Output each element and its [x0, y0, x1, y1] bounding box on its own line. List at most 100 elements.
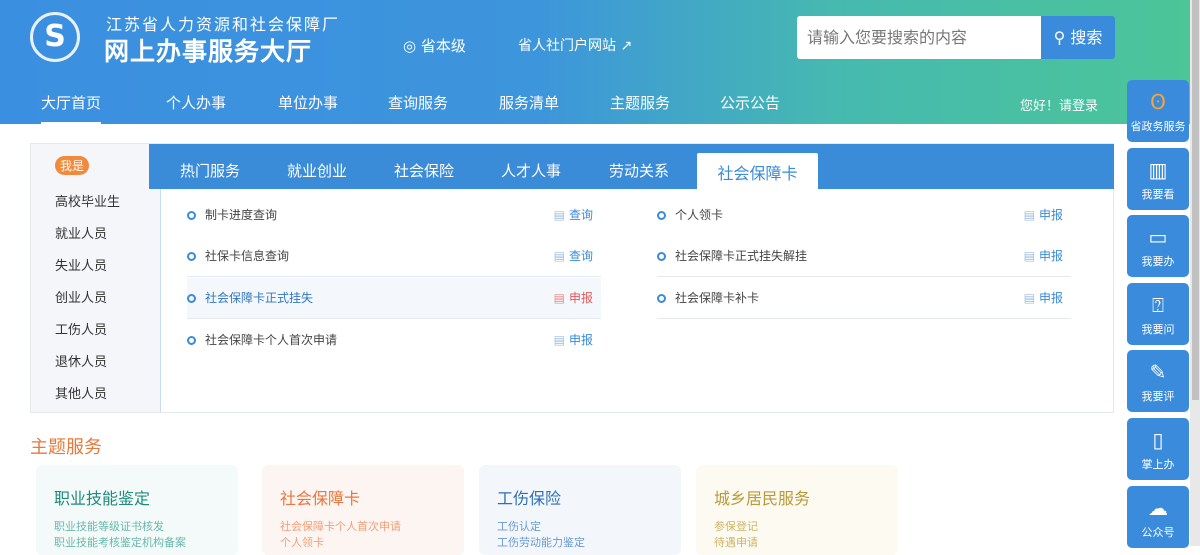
card-link[interactable]: 个人领卡: [280, 535, 464, 551]
site-title[interactable]: 网上办事服务大厅: [104, 32, 312, 68]
service-item[interactable]: 社会保障卡正式挂失解挂 ▤ 申报: [657, 236, 1071, 277]
float-view[interactable]: ▥ 我要看: [1127, 148, 1189, 210]
sidebar-item[interactable]: 其他人员: [55, 383, 107, 402]
float-do[interactable]: ▭ 我要办: [1127, 215, 1189, 277]
tab-insurance[interactable]: 社会保险: [394, 160, 454, 181]
sidebar-item[interactable]: 高校毕业生: [55, 191, 120, 210]
nav-service-list[interactable]: 服务清单: [499, 92, 559, 113]
action-label: 申报: [1038, 208, 1063, 222]
bullet-icon: [657, 211, 666, 220]
service-panel: 我是 高校毕业生 就业人员 失业人员 创业人员 工伤人员 退休人员 其他人员 热…: [30, 143, 1114, 413]
service-action[interactable]: ▤ 查询: [554, 236, 593, 277]
float-rate[interactable]: ✎ 我要评: [1127, 350, 1189, 412]
sidebar-item[interactable]: 失业人员: [55, 255, 107, 274]
tab-talent[interactable]: 人才人事: [501, 160, 561, 181]
sidebar-item[interactable]: 创业人员: [55, 287, 107, 306]
location-selector[interactable]: ◎ 省本级: [403, 35, 466, 56]
service-name[interactable]: 社会保障卡个人首次申请: [205, 333, 337, 347]
scrollbar-thumb[interactable]: [1192, 0, 1199, 400]
theme-card-skill[interactable]: 职业技能鉴定职业技能等级证书核发 职业技能考核鉴定机构备案: [36, 465, 238, 555]
float-ask[interactable]: ⍰ 我要问: [1127, 283, 1189, 345]
tab-employment[interactable]: 就业创业: [287, 160, 347, 181]
service-item[interactable]: 制卡进度查询 ▤ 查询: [187, 195, 601, 236]
service-item[interactable]: 社保卡信息查询 ▤ 查询: [187, 236, 601, 277]
phone-icon: ▯: [1152, 428, 1164, 452]
card-links: 职业技能等级证书核发 职业技能考核鉴定机构备案: [54, 519, 238, 551]
search-button[interactable]: ⚲ 搜索: [1041, 16, 1115, 59]
service-item[interactable]: 社会保障卡正式挂失 ▤ 申报: [187, 278, 601, 319]
service-action[interactable]: ▤ 申报: [1024, 278, 1063, 319]
card-links: 社会保障卡个人首次申请 个人领卡: [280, 519, 464, 551]
theme-card-injury[interactable]: 工伤保险 工伤认定 工伤劳动能力鉴定: [479, 465, 681, 555]
float-label: 省政务服务: [1130, 120, 1186, 133]
card-link[interactable]: 工伤劳动能力鉴定: [497, 535, 681, 551]
document-icon: ▤: [553, 208, 565, 222]
logo[interactable]: S: [30, 12, 80, 62]
service-name[interactable]: 个人领卡: [675, 208, 723, 222]
login-link[interactable]: 您好！请登录: [1020, 95, 1098, 114]
sidebar-item[interactable]: 退休人员: [55, 351, 107, 370]
service-name[interactable]: 社保卡信息查询: [205, 249, 289, 263]
float-gov-service[interactable]: ʘ 省政务服务: [1127, 80, 1189, 142]
sidebar-item[interactable]: 工伤人员: [55, 319, 107, 338]
card-title: 职业技能鉴定: [54, 489, 151, 508]
nav-home[interactable]: 大厅首页: [41, 92, 102, 125]
card-link[interactable]: 参保登记: [714, 519, 898, 535]
service-item[interactable]: 个人领卡 ▤ 申报: [657, 195, 1071, 236]
action-label: 申报: [1038, 291, 1063, 305]
nav-personal[interactable]: 个人办事: [166, 92, 226, 113]
service-name[interactable]: 制卡进度查询: [205, 208, 277, 222]
bullet-icon: [187, 252, 196, 261]
service-action[interactable]: ▤ 申报: [554, 320, 593, 361]
portal-link[interactable]: 省人社门户网站 ↗: [518, 35, 632, 55]
card-link[interactable]: 职业技能等级证书核发: [54, 519, 238, 535]
card-link[interactable]: 工伤认定: [497, 519, 681, 535]
service-name[interactable]: 社会保障卡正式挂失: [205, 291, 313, 305]
float-mobile[interactable]: ▯ 掌上办: [1127, 418, 1189, 480]
card-links: 参保登记 待遇申请: [714, 519, 898, 551]
service-action[interactable]: ▤ 申报: [554, 278, 593, 319]
service-action[interactable]: ▤ 申报: [1024, 195, 1063, 236]
service-action[interactable]: ▤ 申报: [1024, 236, 1063, 277]
tab-social-card[interactable]: 社会保障卡: [697, 153, 818, 189]
location-label: 省本级: [420, 37, 466, 55]
service-item[interactable]: 社会保障卡个人首次申请 ▤ 申报: [187, 320, 601, 361]
nav-company[interactable]: 单位办事: [278, 92, 338, 113]
service-name[interactable]: 社会保障卡正式挂失解挂: [675, 249, 807, 263]
document-icon: ▤: [1023, 249, 1035, 263]
card-link[interactable]: 待遇申请: [714, 535, 898, 551]
action-label: 申报: [568, 333, 593, 347]
float-label: 我要看: [1141, 188, 1175, 201]
card-link[interactable]: 社会保障卡个人首次申请: [280, 519, 464, 535]
nav-query[interactable]: 查询服务: [388, 92, 448, 113]
document-icon: ▤: [1023, 291, 1035, 305]
service-item[interactable]: 社会保障卡补卡 ▤ 申报: [657, 278, 1071, 319]
service-name[interactable]: 社会保障卡补卡: [675, 291, 759, 305]
float-wechat[interactable]: ☁ 公众号: [1127, 486, 1189, 548]
sidebar-badge: 我是: [55, 156, 90, 175]
search-input[interactable]: [797, 16, 1042, 59]
wechat-icon: ☁: [1148, 496, 1168, 520]
tab-hot[interactable]: 热门服务: [180, 160, 240, 181]
bullet-icon: [187, 294, 196, 303]
bullet-icon: [187, 211, 196, 220]
book-icon: ▥: [1148, 158, 1168, 182]
document-icon: ▤: [1023, 208, 1035, 222]
location-pin-icon: ◎: [403, 37, 421, 55]
sidebar-item[interactable]: 就业人员: [55, 223, 107, 242]
bullet-icon: [187, 336, 196, 345]
theme-card-social-card[interactable]: 社会保障卡 社会保障卡个人首次申请 个人领卡: [262, 465, 464, 555]
nav-theme[interactable]: 主题服务: [610, 92, 670, 113]
float-label: 我要办: [1141, 255, 1175, 268]
document-icon: ▤: [553, 249, 565, 263]
action-label: 查询: [568, 208, 593, 222]
theme-card-resident[interactable]: 城乡居民服务 参保登记 待遇申请: [696, 465, 898, 555]
float-label: 掌上办: [1141, 458, 1175, 471]
bullet-icon: [657, 252, 666, 261]
nav-notice[interactable]: 公示公告: [720, 92, 780, 113]
service-action[interactable]: ▤ 查询: [554, 195, 593, 236]
monitor-icon: ▭: [1148, 225, 1168, 249]
card-link[interactable]: 职业技能考核鉴定机构备案: [54, 535, 238, 551]
tab-labor[interactable]: 劳动关系: [609, 160, 669, 181]
theme-section-title: 主题服务: [30, 437, 102, 458]
